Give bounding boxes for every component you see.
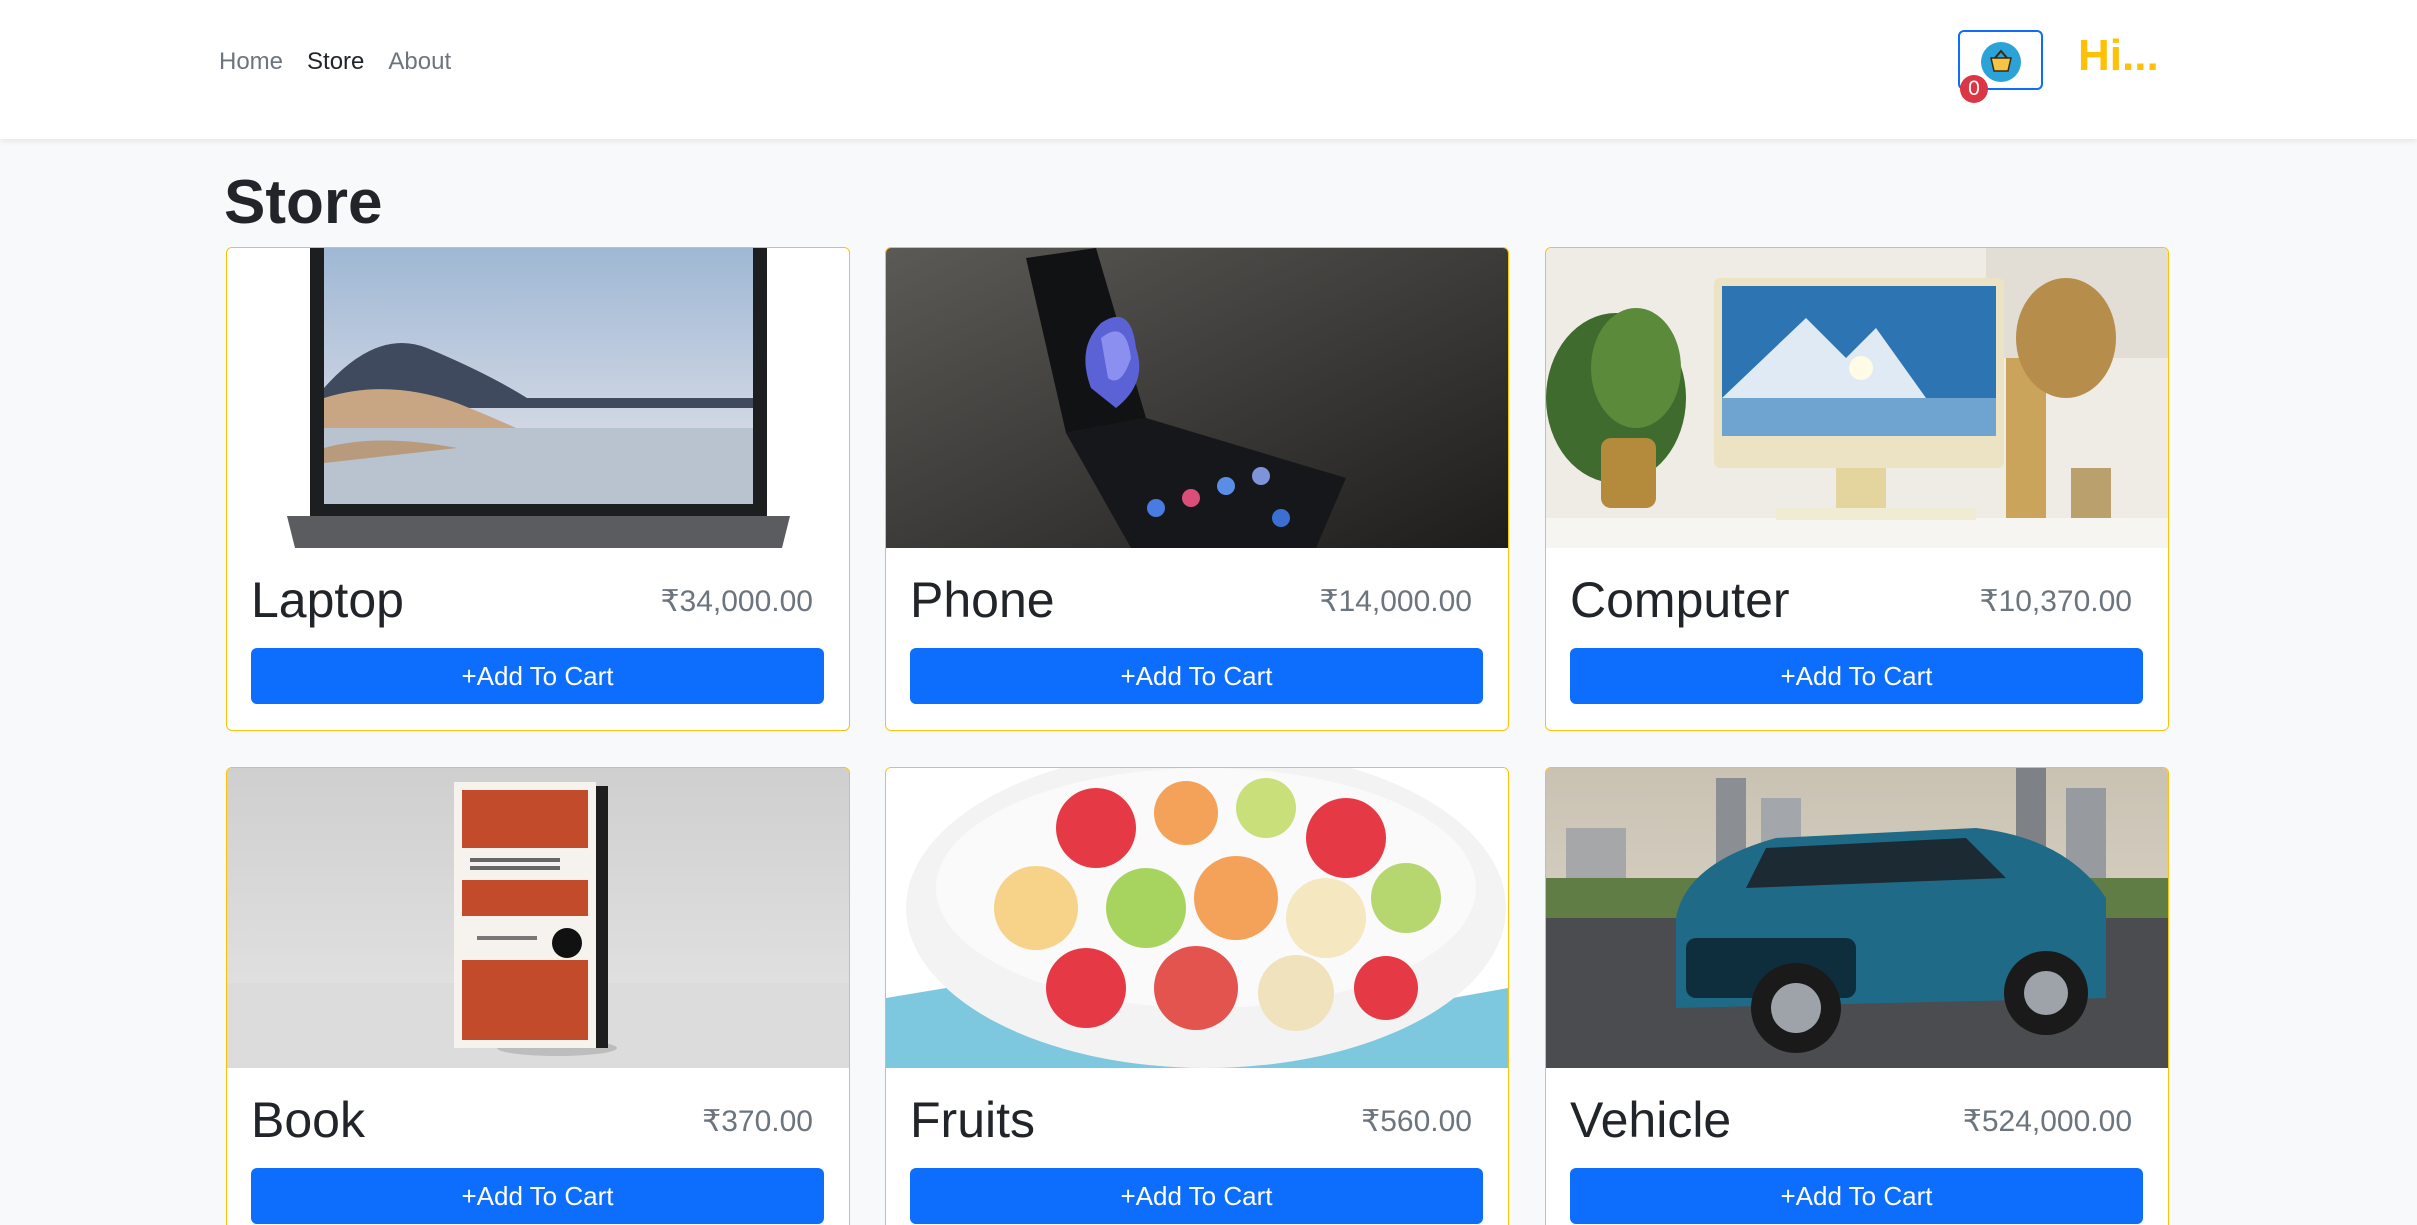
- product-name: Book: [251, 1092, 365, 1148]
- product-image-book: [227, 768, 849, 1068]
- basket-icon: [1981, 42, 2021, 82]
- add-to-cart-button[interactable]: +Add To Cart: [910, 1168, 1483, 1224]
- product-card-vehicle: Vehicle ₹524,000.00 +Add To Cart: [1545, 767, 2169, 1225]
- nav-link-store[interactable]: Store: [307, 46, 364, 78]
- product-price: ₹34,000.00: [660, 585, 813, 618]
- add-to-cart-button[interactable]: +Add To Cart: [251, 1168, 824, 1224]
- product-name: Fruits: [910, 1092, 1035, 1148]
- product-image-fruits: [886, 768, 1508, 1068]
- greeting: Hi...: [2078, 31, 2159, 80]
- product-card-book: Book ₹370.00 +Add To Cart: [226, 767, 850, 1225]
- product-price: ₹10,370.00: [1979, 585, 2132, 618]
- product-card-fruits: Fruits ₹560.00 +Add To Cart: [885, 767, 1509, 1225]
- nav-link-home[interactable]: Home: [219, 46, 283, 78]
- product-image-vehicle: [1546, 768, 2168, 1068]
- product-image-phone: [886, 248, 1508, 548]
- product-image-laptop: [227, 248, 849, 548]
- product-price: ₹560.00: [1361, 1105, 1472, 1138]
- product-name: Computer: [1570, 572, 1790, 628]
- nav-link-about[interactable]: About: [388, 46, 451, 78]
- product-name: Laptop: [251, 572, 404, 628]
- product-price: ₹370.00: [702, 1105, 813, 1138]
- page-title: Store: [224, 168, 383, 237]
- product-card-phone: Phone ₹14,000.00 +Add To Cart: [885, 247, 1509, 731]
- add-to-cart-button[interactable]: +Add To Cart: [910, 648, 1483, 704]
- product-card-computer: Computer ₹10,370.00 +Add To Cart: [1545, 247, 2169, 731]
- product-name: Vehicle: [1570, 1092, 1732, 1148]
- nav-links: Home Store About: [219, 46, 451, 78]
- add-to-cart-button[interactable]: +Add To Cart: [251, 648, 824, 704]
- product-image-computer: [1546, 248, 2168, 548]
- navbar: Home Store About 0 Hi...: [0, 0, 2417, 139]
- product-price: ₹524,000.00: [1962, 1105, 2132, 1138]
- product-card-laptop: Laptop ₹34,000.00 +Add To Cart: [226, 247, 850, 731]
- cart-button[interactable]: 0: [1958, 30, 2043, 103]
- product-name: Phone: [910, 572, 1055, 628]
- product-price: ₹14,000.00: [1319, 585, 1472, 618]
- cart-count-badge: 0: [1960, 75, 1988, 103]
- add-to-cart-button[interactable]: +Add To Cart: [1570, 1168, 2143, 1224]
- add-to-cart-button[interactable]: +Add To Cart: [1570, 648, 2143, 704]
